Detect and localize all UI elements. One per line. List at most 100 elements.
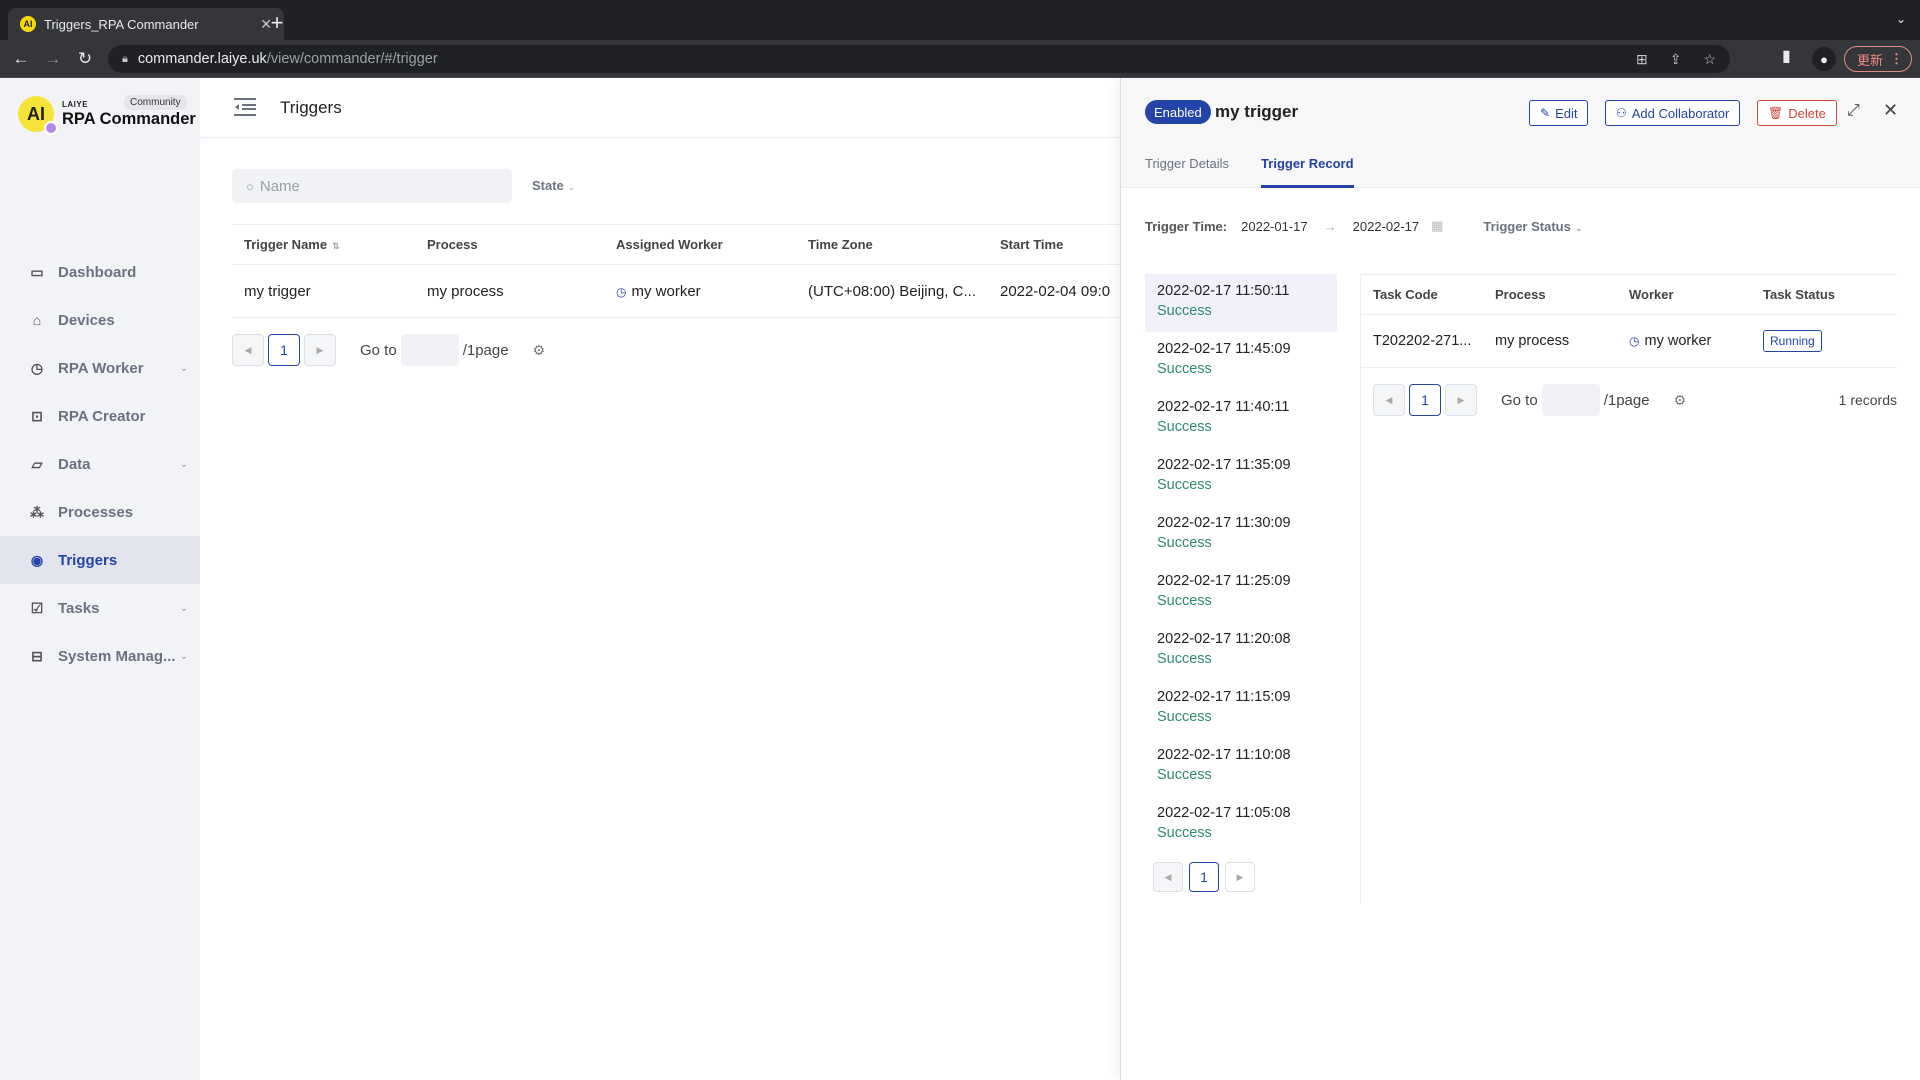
- cell-worker: ◷ my worker: [1629, 333, 1763, 349]
- table-row[interactable]: my trigger my process ◷ my worker (UTC+08…: [232, 264, 1120, 318]
- list-item[interactable]: 2022-02-17 11:20:08 Success: [1145, 622, 1337, 680]
- back-arrow-icon[interactable]: ←: [8, 46, 34, 72]
- tab-trigger-record[interactable]: Trigger Record: [1261, 156, 1354, 188]
- pagination: ◀ 1 ▶ Go to /1page ⚙: [232, 334, 545, 366]
- list-item[interactable]: 2022-02-17 11:50:11 Success: [1145, 274, 1337, 332]
- page-title: Triggers: [280, 98, 342, 117]
- gear-icon[interactable]: ⚙: [533, 342, 546, 359]
- sidebar-item-rpa-creator[interactable]: ⊡ RPA Creator: [0, 392, 200, 440]
- page-button[interactable]: 1: [1409, 384, 1441, 416]
- calendar-icon[interactable]: ▦: [1431, 218, 1443, 234]
- router-icon: ⌂: [32, 312, 42, 328]
- chevron-down-icon: ⌄: [1574, 222, 1583, 233]
- list-item[interactable]: 2022-02-17 11:35:09 Success: [1145, 448, 1337, 506]
- new-tab-button[interactable]: +: [262, 8, 292, 38]
- tab-trigger-details[interactable]: Trigger Details: [1145, 156, 1229, 188]
- browser-tab-strip: AI Triggers_RPA Commander ✕ + ⌄: [0, 0, 1920, 40]
- share-icon[interactable]: ⇪: [1670, 51, 1682, 68]
- tab-title: Triggers_RPA Commander: [44, 16, 199, 32]
- next-page-button[interactable]: ▶: [1445, 384, 1477, 416]
- list-item[interactable]: 2022-02-17 11:30:09 Success: [1145, 506, 1337, 564]
- settings-panel-icon: ⊟: [31, 647, 43, 664]
- list-item[interactable]: 2022-02-17 11:10:08 Success: [1145, 738, 1337, 796]
- add-collaborator-label: Add Collaborator: [1631, 105, 1730, 121]
- prev-page-button[interactable]: ◀: [1153, 862, 1183, 892]
- sort-icon[interactable]: ⇅: [332, 241, 340, 251]
- favicon-icon: AI: [20, 16, 36, 32]
- address-bar[interactable]: 🔒︎ commander.laiye.uk/view/commander/#/t…: [108, 45, 1730, 73]
- translate-icon[interactable]: ⊞: [1636, 51, 1648, 68]
- sidebar-item-devices[interactable]: ⌂ Devices: [0, 296, 200, 344]
- goto-page-input[interactable]: [1541, 384, 1600, 416]
- trash-icon: 🗑︎: [1768, 106, 1784, 120]
- bookmark-star-icon[interactable]: ☆: [1703, 51, 1716, 68]
- gear-icon[interactable]: ⚙: [1674, 392, 1687, 409]
- record-status: Success: [1157, 593, 1212, 609]
- start-date-input[interactable]: 2022-01-17: [1241, 219, 1308, 234]
- record-pagination: ◀ 1 ▶: [1153, 862, 1261, 892]
- state-filter-label: State: [532, 178, 564, 193]
- record-time: 2022-02-17 11:25:09: [1157, 573, 1291, 589]
- update-button[interactable]: 更新 ⋮: [1844, 46, 1912, 72]
- record-time: 2022-02-17 11:50:11: [1157, 283, 1290, 299]
- folder-icon: ▱: [31, 455, 43, 472]
- cell-trigger-name[interactable]: my trigger: [232, 283, 424, 300]
- prev-page-button[interactable]: ◀: [1373, 384, 1405, 416]
- monitor-chart-icon: ▭: [30, 263, 44, 280]
- page-button[interactable]: 1: [268, 334, 300, 366]
- delete-button[interactable]: 🗑︎ Delete: [1757, 100, 1837, 126]
- cell-process: my process: [1495, 333, 1570, 349]
- cell-task-code[interactable]: T202202-271...: [1361, 333, 1495, 349]
- sidebar-item-triggers[interactable]: ◉ Triggers: [0, 536, 200, 584]
- chevron-down-icon: ⌄: [179, 458, 188, 470]
- add-collaborator-button[interactable]: ⚇ Add Collaborator: [1605, 100, 1741, 126]
- goto-page-input[interactable]: [400, 334, 459, 366]
- column-header-process: Process: [427, 237, 478, 252]
- list-item[interactable]: 2022-02-17 11:25:09 Success: [1145, 564, 1337, 622]
- list-item[interactable]: 2022-02-17 11:40:11 Success: [1145, 390, 1337, 448]
- sidebar-item-tasks[interactable]: ☑ Tasks ⌄: [0, 584, 200, 632]
- sidebar-item-data[interactable]: ▱ Data ⌄: [0, 440, 200, 488]
- table-row[interactable]: T202202-271... my process ◷ my worker Run…: [1361, 314, 1897, 368]
- sidebar-item-label: Devices: [58, 311, 115, 329]
- column-header-trigger-name[interactable]: Trigger Name ⇅: [232, 237, 424, 252]
- collapse-menu-icon[interactable]: [234, 98, 256, 116]
- table-header: Trigger Name ⇅ Process Assigned Worker Ti…: [232, 224, 1120, 264]
- end-date-input[interactable]: 2022-02-17: [1353, 219, 1420, 234]
- sidebar-item-processes[interactable]: ⁂ Processes: [0, 488, 200, 536]
- sidebar-item-label: Dashboard: [58, 263, 137, 281]
- browser-tab[interactable]: AI Triggers_RPA Commander ✕: [8, 8, 284, 40]
- edit-button[interactable]: ✎ Edit: [1529, 100, 1589, 126]
- state-filter-dropdown[interactable]: State ⌄: [532, 178, 575, 193]
- record-status: Success: [1157, 419, 1212, 435]
- expand-icon[interactable]: ⤢: [1847, 102, 1860, 120]
- list-item[interactable]: 2022-02-17 11:45:09 Success: [1145, 332, 1337, 390]
- goto-label: Go to: [360, 341, 397, 359]
- reload-icon[interactable]: ↻: [72, 46, 98, 72]
- page-button[interactable]: 1: [1189, 862, 1219, 892]
- prev-page-button[interactable]: ◀: [232, 334, 264, 366]
- tab-search-chevron-icon[interactable]: ⌄: [1896, 12, 1906, 26]
- terminal-icon: ⊡: [31, 407, 43, 424]
- side-panel-icon[interactable]: ▮: [1782, 46, 1791, 66]
- next-page-button[interactable]: ▶: [304, 334, 336, 366]
- cell-process: my process: [427, 282, 504, 300]
- forward-arrow-icon[interactable]: →: [40, 46, 66, 72]
- close-icon[interactable]: ✕: [1883, 100, 1898, 121]
- search-input[interactable]: ○ Name: [232, 169, 512, 203]
- sidebar-item-system-management[interactable]: ⊟ System Manag... ⌄: [0, 632, 200, 680]
- record-time: 2022-02-17 11:35:09: [1157, 457, 1291, 473]
- list-item[interactable]: 2022-02-17 11:05:08 Success: [1145, 796, 1337, 854]
- sidebar-item-label: Triggers: [58, 551, 118, 569]
- chevron-down-icon: ⌄: [179, 362, 188, 374]
- record-status: Success: [1157, 303, 1212, 319]
- total-pages-label: /1page: [1603, 391, 1650, 409]
- task-status-badge: Running: [1763, 330, 1822, 352]
- sidebar-item-dashboard[interactable]: ▭ Dashboard: [0, 248, 200, 296]
- record-status: Success: [1157, 825, 1212, 841]
- next-page-button[interactable]: ▶: [1225, 862, 1255, 892]
- list-item[interactable]: 2022-02-17 11:15:09 Success: [1145, 680, 1337, 738]
- trigger-status-dropdown[interactable]: Trigger Status ⌄: [1483, 219, 1582, 234]
- profile-avatar-icon[interactable]: ●: [1812, 47, 1836, 71]
- sidebar-item-rpa-worker[interactable]: ◷ RPA Worker ⌄: [0, 344, 200, 392]
